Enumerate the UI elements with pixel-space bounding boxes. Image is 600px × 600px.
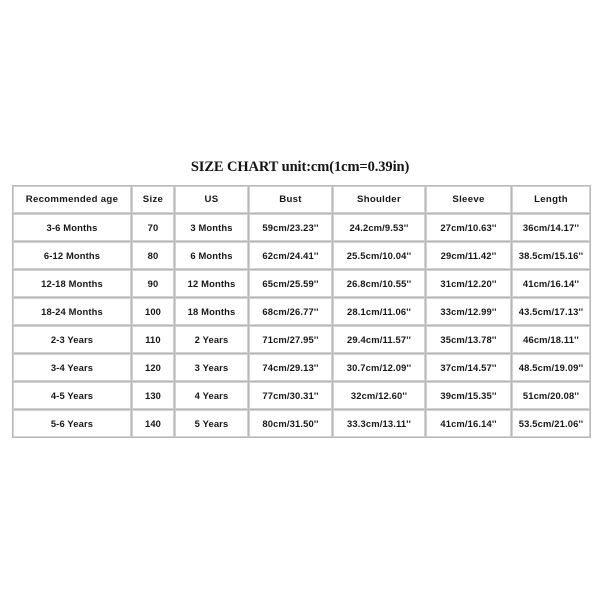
- column-header-bust: Bust: [249, 186, 332, 213]
- column-header-shoulder: Shoulder: [333, 186, 425, 213]
- cell-us: 3 Months: [175, 214, 248, 241]
- cell-us: 18 Months: [175, 298, 248, 325]
- cell-recommended-age: 5-6 Years: [13, 410, 131, 437]
- cell-shoulder: 32cm/12.60'': [333, 382, 425, 409]
- cell-us: 12 Months: [175, 270, 248, 297]
- cell-length: 36cm/14.17'': [512, 214, 590, 241]
- table-row: 5-6 Years 140 5 Years 80cm/31.50'' 33.3cm/13…: [13, 410, 590, 437]
- table-body: Recommended age Size US Bust Shoulder Sleeve L…: [13, 186, 590, 437]
- table-row: 2-3 Years 110 2 Years 71cm/27.95'' 29.4cm/11…: [13, 326, 590, 353]
- cell-sleeve: 33cm/12.99'': [426, 298, 511, 325]
- cell-us: 2 Years: [175, 326, 248, 353]
- cell-size: 140: [132, 410, 174, 437]
- cell-sleeve: 35cm/13.78'': [426, 326, 511, 353]
- cell-bust: 62cm/24.41'': [249, 242, 332, 269]
- cell-sleeve: 37cm/14.57'': [426, 354, 511, 381]
- cell-sleeve: 31cm/12.20'': [426, 270, 511, 297]
- column-header-us: US: [175, 186, 248, 213]
- cell-length: 43.5cm/17.13'': [512, 298, 590, 325]
- table-row: 4-5 Years 130 4 Years 77cm/30.31'' 32cm/12.6…: [13, 382, 590, 409]
- table-row: 3-4 Years 120 3 Years 74cm/29.13'' 30.7cm/12…: [13, 354, 590, 381]
- cell-recommended-age: 18-24 Months: [13, 298, 131, 325]
- cell-length: 51cm/20.08'': [512, 382, 590, 409]
- cell-bust: 74cm/29.13'': [249, 354, 332, 381]
- cell-recommended-age: 3-6 Months: [13, 214, 131, 241]
- cell-recommended-age: 12-18 Months: [13, 270, 131, 297]
- cell-size: 100: [132, 298, 174, 325]
- cell-shoulder: 26.8cm/10.55'': [333, 270, 425, 297]
- cell-size: 70: [132, 214, 174, 241]
- cell-bust: 77cm/30.31'': [249, 382, 332, 409]
- cell-bust: 65cm/25.59'': [249, 270, 332, 297]
- cell-size: 80: [132, 242, 174, 269]
- cell-recommended-age: 3-4 Years: [13, 354, 131, 381]
- cell-recommended-age: 4-5 Years: [13, 382, 131, 409]
- cell-sleeve: 41cm/16.14'': [426, 410, 511, 437]
- size-chart-page: SIZE CHART unit:cm(1cm=0.39in) Recommend…: [0, 0, 600, 600]
- cell-us: 6 Months: [175, 242, 248, 269]
- cell-recommended-age: 6-12 Months: [13, 242, 131, 269]
- cell-shoulder: 24.2cm/9.53'': [333, 214, 425, 241]
- cell-shoulder: 30.7cm/12.09'': [333, 354, 425, 381]
- cell-us: 3 Years: [175, 354, 248, 381]
- cell-length: 38.5cm/15.16'': [512, 242, 590, 269]
- cell-shoulder: 28.1cm/11.06'': [333, 298, 425, 325]
- cell-shoulder: 33.3cm/13.11'': [333, 410, 425, 437]
- cell-size: 110: [132, 326, 174, 353]
- page-title: SIZE CHART unit:cm(1cm=0.39in): [190, 159, 410, 175]
- cell-shoulder: 29.4cm/11.57'': [333, 326, 425, 353]
- column-header-recommended-age: Recommended age: [13, 186, 131, 213]
- size-chart-table: Recommended age Size US Bust Shoulder Sleeve L…: [12, 185, 591, 438]
- cell-recommended-age: 2-3 Years: [13, 326, 131, 353]
- cell-size: 90: [132, 270, 174, 297]
- cell-length: 48.5cm/19.09'': [512, 354, 590, 381]
- table-header-row: Recommended age Size US Bust Shoulder Sleeve L…: [13, 186, 590, 213]
- cell-us: 5 Years: [175, 410, 248, 437]
- cell-size: 120: [132, 354, 174, 381]
- column-header-length: Length: [512, 186, 590, 213]
- table-row: 18-24 Months 100 18 Months 68cm/26.77'' 28.1…: [13, 298, 590, 325]
- cell-bust: 68cm/26.77'': [249, 298, 332, 325]
- column-header-sleeve: Sleeve: [426, 186, 511, 213]
- cell-shoulder: 25.5cm/10.04'': [333, 242, 425, 269]
- cell-bust: 59cm/23.23'': [249, 214, 332, 241]
- cell-length: 46cm/18.11'': [512, 326, 590, 353]
- cell-sleeve: 39cm/15.35'': [426, 382, 511, 409]
- cell-length: 53.5cm/21.06'': [512, 410, 590, 437]
- cell-bust: 80cm/31.50'': [249, 410, 332, 437]
- size-chart-table-wrapper: Recommended age Size US Bust Shoulder Sleeve L…: [12, 185, 591, 438]
- table-row: 6-12 Months 80 6 Months 62cm/24.41'' 25.5cm/…: [13, 242, 590, 269]
- column-header-size: Size: [132, 186, 174, 213]
- table-row: 12-18 Months 90 12 Months 65cm/25.59'' 26.8c…: [13, 270, 590, 297]
- cell-us: 4 Years: [175, 382, 248, 409]
- table-row: 3-6 Months 70 3 Months 59cm/23.23'' 24.2cm/9…: [13, 214, 590, 241]
- cell-sleeve: 29cm/11.42'': [426, 242, 511, 269]
- cell-size: 130: [132, 382, 174, 409]
- cell-sleeve: 27cm/10.63'': [426, 214, 511, 241]
- cell-length: 41cm/16.14'': [512, 270, 590, 297]
- cell-bust: 71cm/27.95'': [249, 326, 332, 353]
